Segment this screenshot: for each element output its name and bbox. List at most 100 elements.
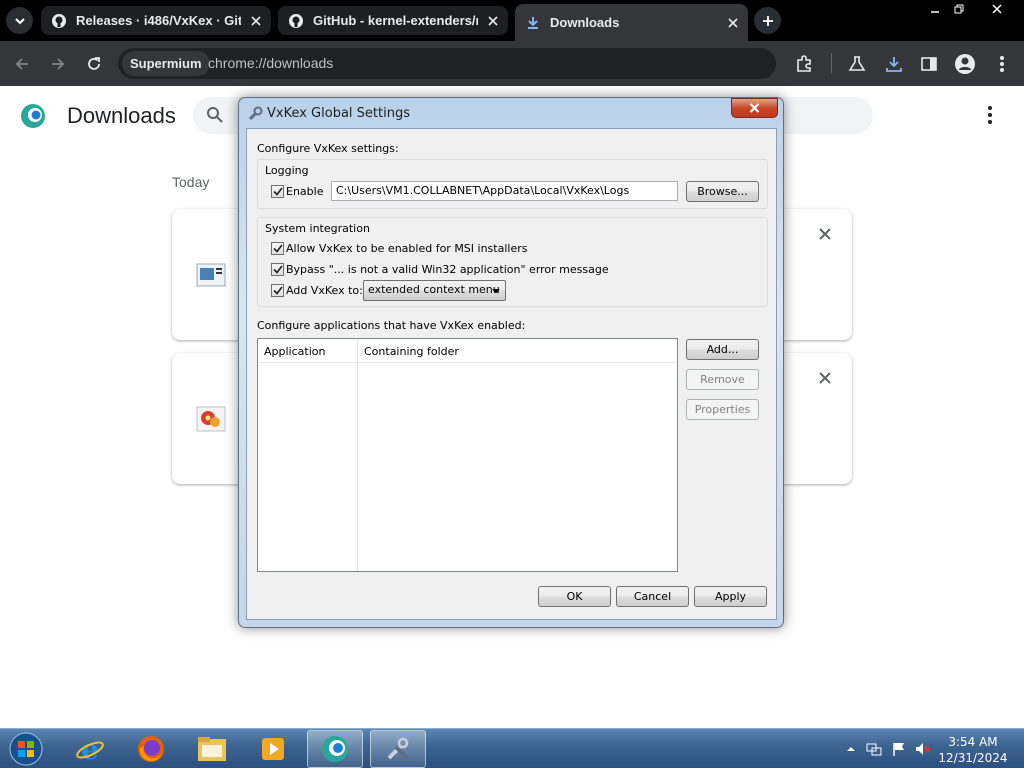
context-menu-selected-value: extended context menu <box>368 283 500 296</box>
restore-button[interactable] <box>944 0 974 17</box>
tab-title: Downloads <box>550 15 620 30</box>
vxkex-settings-dialog: VxKex Global Settings Configure VxKex se… <box>238 97 784 628</box>
tab-title: GitHub - kernel-extenders/nt6 <box>313 13 478 28</box>
start-button[interactable] <box>5 730 47 768</box>
file-explorer-icon[interactable] <box>184 730 240 768</box>
dialog-close-button[interactable] <box>731 98 778 118</box>
remove-app-button[interactable]: Remove <box>686 369 759 390</box>
checkmark-icon <box>272 187 283 196</box>
supermium-logo-icon <box>20 103 46 129</box>
close-icon <box>819 228 831 240</box>
show-hidden-icons-button[interactable] <box>843 741 859 757</box>
more-vertical-icon <box>1000 56 1004 72</box>
new-tab-button[interactable] <box>754 7 781 34</box>
chevron-down-icon <box>14 17 25 24</box>
minimize-icon <box>931 10 939 13</box>
browser-menu-button[interactable] <box>988 50 1016 78</box>
svg-text:e: e <box>81 734 99 764</box>
close-icon[interactable] <box>484 12 502 30</box>
close-icon[interactable] <box>247 12 265 30</box>
action-center-flag-icon[interactable] <box>891 741 907 757</box>
side-panel-icon <box>921 57 937 71</box>
column-containing-folder[interactable]: Containing folder <box>364 345 459 358</box>
log-path-field[interactable]: C:\Users\VM1.COLLABNET\AppData\Local\VxK… <box>331 181 678 201</box>
add-vxkex-label: Add VxKex to: <box>286 284 363 297</box>
applications-list[interactable]: Application Containing folder <box>257 338 678 572</box>
profile-button[interactable] <box>951 50 979 78</box>
search-icon <box>206 106 224 124</box>
section-label-today: Today <box>172 174 210 190</box>
apply-button[interactable]: Apply <box>694 586 767 607</box>
logging-enable-checkbox[interactable] <box>271 185 284 198</box>
back-button[interactable] <box>8 50 36 78</box>
labs-button[interactable] <box>843 50 871 78</box>
checkmark-icon <box>272 286 283 295</box>
close-icon <box>819 372 831 384</box>
download-icon <box>886 57 902 72</box>
puzzle-icon <box>797 55 811 72</box>
more-actions-button[interactable] <box>982 105 998 125</box>
internet-explorer-icon[interactable]: e <box>62 730 118 768</box>
wrench-icon <box>247 106 263 122</box>
configure-label: Configure VxKex settings: <box>257 142 399 155</box>
close-icon <box>749 103 760 113</box>
system-clock[interactable]: 3:54 AM 12/31/2024 <box>932 734 1014 766</box>
document-window-icon <box>196 261 226 289</box>
tab-releases[interactable]: Releases · i486/VxKex · GitHub <box>41 6 271 35</box>
add-vxkex-checkbox[interactable] <box>271 284 284 297</box>
dialog-body: Configure VxKex settings: Logging Enable… <box>246 128 777 620</box>
side-panel-button[interactable] <box>915 50 943 78</box>
browse-button[interactable]: Browse... <box>686 181 759 202</box>
remove-download-button[interactable] <box>818 371 832 385</box>
settings-tools-icon[interactable] <box>370 730 426 768</box>
url-text[interactable]: chrome://downloads <box>208 55 333 71</box>
supermium-icon[interactable] <box>307 730 363 768</box>
column-application[interactable]: Application <box>264 345 325 358</box>
tab-kernel-extenders[interactable]: GitHub - kernel-extenders/nt6 <box>278 6 508 35</box>
plus-icon <box>762 15 773 26</box>
reload-icon <box>88 57 100 70</box>
media-player-icon[interactable] <box>245 730 301 768</box>
tab-search-button[interactable] <box>6 7 33 34</box>
tab-title: Releases · i486/VxKex · GitHub <box>76 13 241 28</box>
logging-group-label: Logging <box>265 164 309 177</box>
firefox-icon[interactable] <box>123 730 179 768</box>
extensions-button[interactable] <box>790 50 818 78</box>
bypass-label: Bypass "... is not a valid Win32 applica… <box>286 263 609 276</box>
add-app-button[interactable]: Add... <box>686 339 759 360</box>
chevron-down-icon <box>492 289 500 293</box>
download-icon <box>525 15 541 31</box>
context-menu-select[interactable]: extended context menu <box>363 280 506 301</box>
msi-label: Allow VxKex to be enabled for MSI instal… <box>286 242 528 255</box>
bypass-checkbox[interactable] <box>271 263 284 276</box>
flask-icon <box>848 56 866 71</box>
clock-date: 12/31/2024 <box>938 751 1008 765</box>
taskbar: e 3:54 AM 12/31/2024 <box>0 728 1024 768</box>
tab-downloads[interactable]: Downloads <box>515 4 748 41</box>
volume-muted-icon[interactable] <box>915 741 931 757</box>
github-icon <box>288 13 304 29</box>
close-icon <box>992 3 1002 14</box>
close-window-button[interactable] <box>982 0 1012 17</box>
github-icon <box>51 13 67 29</box>
tab-strip: Releases · i486/VxKex · GitHub GitHub - … <box>0 0 1024 41</box>
reload-button[interactable] <box>80 50 108 78</box>
cancel-button[interactable]: Cancel <box>616 586 689 607</box>
ok-button[interactable]: OK <box>538 586 611 607</box>
chevron-up-icon <box>847 747 855 751</box>
close-icon[interactable] <box>724 14 742 32</box>
dialog-title: VxKex Global Settings <box>267 106 410 121</box>
forward-button[interactable] <box>44 50 72 78</box>
remove-download-button[interactable] <box>818 227 832 241</box>
installer-package-icon <box>196 405 226 433</box>
logging-enable-label: Enable <box>286 185 324 198</box>
restore-icon <box>954 4 964 13</box>
checkmark-icon <box>272 265 283 274</box>
properties-button[interactable]: Properties <box>686 399 759 420</box>
downloads-button[interactable] <box>880 50 908 78</box>
arrow-right-icon <box>52 58 65 70</box>
site-chip[interactable]: Supermium <box>122 51 210 76</box>
list-header: Application Containing folder <box>258 339 677 363</box>
network-icon[interactable] <box>866 741 882 757</box>
msi-checkbox[interactable] <box>271 242 284 255</box>
